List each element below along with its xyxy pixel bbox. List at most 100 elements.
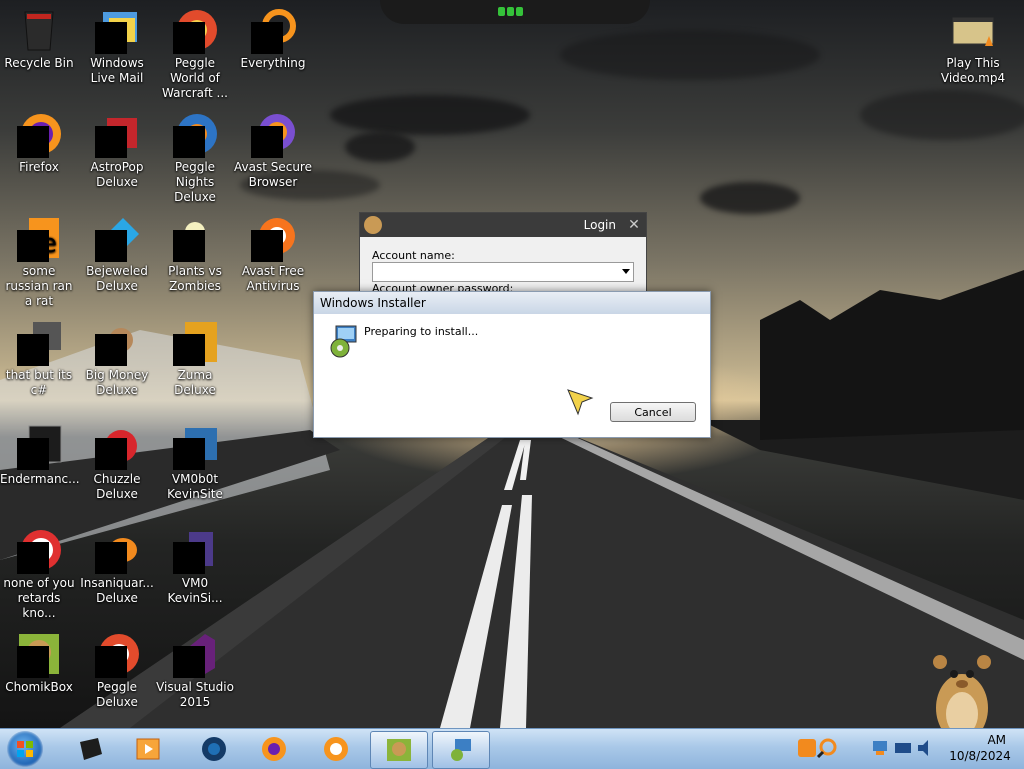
icon-label: Windows Live Mail xyxy=(90,56,144,85)
generic-app-icon xyxy=(15,318,63,366)
installer-icon xyxy=(451,739,471,761)
desktop-icon-avast-free[interactable]: Avast Free Antivirus xyxy=(234,208,312,294)
tray-rss-icon[interactable] xyxy=(796,737,818,759)
desktop-icon-peggle-nights[interactable]: Peggle Nights Deluxe xyxy=(156,104,234,205)
taskbar-item-firefox[interactable] xyxy=(246,731,302,767)
desktop-icon-everything[interactable]: Everything xyxy=(234,0,312,71)
icon-label: ChomikBox xyxy=(5,680,73,694)
desktop-icon-visual-studio[interactable]: Visual Studio 2015 xyxy=(156,624,234,710)
desktop-icon-avast-browser[interactable]: Avast Secure Browser xyxy=(234,104,312,190)
video-file-icon xyxy=(949,6,997,54)
icon-label: Recycle Bin xyxy=(4,56,74,70)
system-clock[interactable]: AM 10/8/2024 xyxy=(938,732,1022,764)
icon-label: none of you retards kno... xyxy=(3,576,75,620)
desktop-icon-peggle-deluxe[interactable]: Peggle Deluxe xyxy=(78,624,156,710)
icon-label: AstroPop Deluxe xyxy=(90,160,144,189)
close-icon[interactable]: ✕ xyxy=(623,214,645,236)
taskbar-item-installer[interactable] xyxy=(432,731,490,769)
firefox-icon xyxy=(15,110,63,158)
taskbar: AM 10/8/2024 xyxy=(0,728,1024,769)
taskbar-item-browser[interactable] xyxy=(186,731,242,767)
desktop-icon-firefox[interactable]: Firefox xyxy=(0,104,78,175)
desktop-icon-big-money[interactable]: Big Money Deluxe xyxy=(78,312,156,398)
installer-title: Windows Installer xyxy=(320,296,426,310)
cancel-button[interactable]: Cancel xyxy=(610,402,696,422)
big-money-icon xyxy=(93,318,141,366)
vm-icon xyxy=(171,526,219,574)
icon-label: VM0b0t KevinSite xyxy=(167,472,223,501)
generic-app-icon: e xyxy=(15,214,63,262)
icon-label: Zuma Deluxe xyxy=(174,368,216,397)
account-name-label: Account name: xyxy=(372,249,455,262)
peggle-icon xyxy=(171,6,219,54)
icon-label: Peggle Nights Deluxe xyxy=(174,160,216,204)
desktop-icon-astropop[interactable]: AstroPop Deluxe xyxy=(78,104,156,190)
peggle-icon xyxy=(93,630,141,678)
icon-label: VM0 KevinSi... xyxy=(167,576,223,605)
icon-label: some russian ran a rat xyxy=(5,264,73,308)
top-gadget xyxy=(380,0,650,24)
windows-installer-dialog[interactable]: Windows Installer Preparing to install..… xyxy=(313,291,711,438)
mouse-cursor-icon xyxy=(566,388,596,418)
taskbar-item-terminal[interactable] xyxy=(62,731,118,767)
icon-label: that but its c# xyxy=(5,368,73,397)
installer-icon xyxy=(328,324,358,358)
account-name-dropdown[interactable] xyxy=(372,262,634,282)
desktop-icon-none-of-you[interactable]: none of you retards kno... xyxy=(0,520,78,621)
desktop-icon-some-russian[interactable]: e some russian ran a rat xyxy=(0,208,78,309)
desktop-icon-vm0[interactable]: VM0 KevinSi... xyxy=(156,520,234,606)
terminal-icon xyxy=(80,738,102,760)
desktop-icon-peggle-wow[interactable]: Peggle World of Warcraft ... xyxy=(156,0,234,101)
icon-label: Insaniquar... Deluxe xyxy=(80,576,154,605)
taskbar-item-media-player[interactable] xyxy=(120,731,176,767)
icon-label: Play This Video.mp4 xyxy=(940,56,1006,85)
hamster-logo-icon xyxy=(364,216,382,234)
desktop-icon-chomikbox[interactable]: ChomikBox xyxy=(0,624,78,695)
start-button[interactable] xyxy=(7,731,43,767)
avast-icon xyxy=(249,214,297,262)
desktop-icon-windows-live-mail[interactable]: Windows Live Mail xyxy=(78,0,156,86)
icon-label: Plants vs Zombies xyxy=(168,264,222,293)
desktop-icon-that-but-c[interactable]: that but its c# xyxy=(0,312,78,398)
visual-studio-icon xyxy=(171,630,219,678)
media-player-icon xyxy=(136,738,160,760)
zuma-icon xyxy=(171,318,219,366)
desktop-icon-zuma[interactable]: Zuma Deluxe xyxy=(156,312,234,398)
desktop-icon-recycle-bin[interactable]: Recycle Bin xyxy=(0,0,78,71)
desktop-icon-insaniquarium[interactable]: Insaniquar... Deluxe xyxy=(78,520,156,606)
desktop-icon-play-video[interactable]: Play This Video.mp4 xyxy=(934,0,1012,86)
recycle-bin-icon xyxy=(15,6,63,54)
installer-body: Preparing to install... Cancel xyxy=(314,314,710,437)
mail-icon xyxy=(93,6,141,54)
icon-label: Chuzzle Deluxe xyxy=(93,472,141,501)
installer-titlebar[interactable]: Windows Installer xyxy=(314,292,710,314)
icon-label: Big Money Deluxe xyxy=(85,368,149,397)
tray-network-icon[interactable] xyxy=(870,737,892,759)
desktop[interactable]: Recycle Bin Firefox e some russian ran a… xyxy=(0,0,1024,728)
pvz-icon xyxy=(171,214,219,262)
desktop-icon-endermanc[interactable]: Endermanc... xyxy=(0,416,80,487)
desktop-icon-pvz[interactable]: Plants vs Zombies xyxy=(156,208,234,294)
tray-monitor-icon[interactable] xyxy=(892,737,914,759)
astropop-icon xyxy=(93,110,141,158)
taskbar-item-chomikbox[interactable] xyxy=(370,731,428,769)
icon-label: Endermanc... xyxy=(0,472,80,486)
clock-time: AM xyxy=(987,733,1006,747)
desktop-icon-vm0b0t[interactable]: VM0b0t KevinSite xyxy=(156,416,234,502)
generic-app-icon xyxy=(15,526,63,574)
tray-speaker-icon[interactable] xyxy=(914,737,936,759)
login-titlebar[interactable]: Login ✕ xyxy=(360,213,646,237)
chuzzle-icon xyxy=(93,422,141,470)
tray-search-icon[interactable] xyxy=(816,737,838,759)
insaniquarium-icon xyxy=(93,526,141,574)
icon-label: Avast Secure Browser xyxy=(234,160,312,189)
search-orange-icon xyxy=(249,6,297,54)
icon-label: Bejeweled Deluxe xyxy=(86,264,148,293)
desktop-icon-chuzzle[interactable]: Chuzzle Deluxe xyxy=(78,416,156,502)
firefox-icon xyxy=(262,737,286,761)
desktop-icon-bejeweled[interactable]: Bejeweled Deluxe xyxy=(78,208,156,294)
chomikbox-icon xyxy=(15,630,63,678)
icon-label: Avast Free Antivirus xyxy=(241,264,305,293)
taskbar-item-avast-browser[interactable] xyxy=(308,731,364,767)
login-window[interactable]: Login ✕ Account name: Account owner pass… xyxy=(359,212,647,296)
